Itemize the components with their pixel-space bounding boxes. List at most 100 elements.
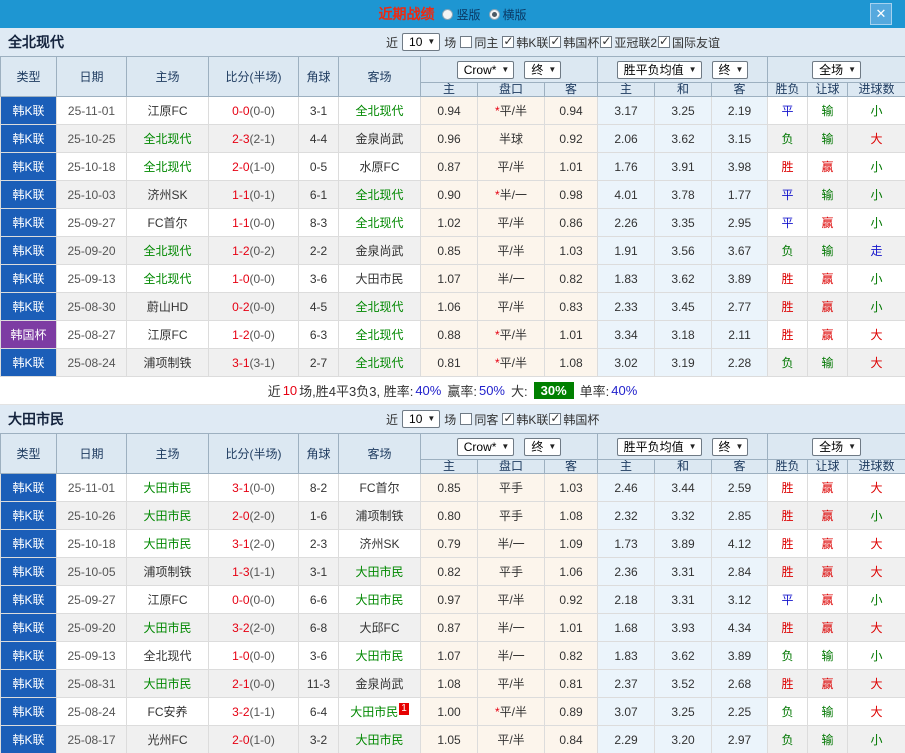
avg-time-select[interactable]: 终 ▼ (711, 60, 749, 79)
match-row: 韩K联 25-10-18 全北现代 2-0(1-0) 0-5 水原FC 0.87 平/半 1.0… (0, 152, 905, 181)
handicap-cell: 半/一 (477, 264, 545, 293)
team-name: 全北现代 (8, 34, 64, 50)
match-date: 25-08-24 (56, 348, 127, 377)
handicap-result-cell: 赢 (807, 585, 849, 614)
half-time-score: (2-0) (249, 620, 275, 635)
home-odds-cell: 1.00 (420, 697, 478, 726)
goals-result-value: 大 (870, 621, 883, 635)
avg-draw-odds-cell: 3.62 (654, 641, 713, 670)
match-count-select[interactable]: 10 ▼ (402, 410, 441, 428)
handicap-result-value: 输 (821, 705, 834, 719)
same-venue-checkbox[interactable] (460, 413, 473, 425)
league-filter-group: 韩K联韩国杯亚冠联2 国际友谊 (502, 34, 720, 51)
handicap-result-value: 输 (821, 356, 834, 370)
league-filter[interactable]: 韩K联 (502, 34, 548, 51)
result-value: 胜 (781, 677, 794, 691)
result-cell: 胜 (767, 152, 809, 181)
odds-time-select[interactable]: 终 ▼ (524, 437, 562, 456)
home-team-name: 大田市民 (143, 621, 192, 635)
match-row: 韩K联 25-10-05 浦项制铁 1-3(1-1) 3-1 大田市民 0.82 平手 1.06… (0, 557, 905, 586)
handicap-cell: 平手 (477, 473, 545, 502)
scope-select[interactable]: 全场 ▼ (812, 60, 862, 79)
handicap-result-value: 赢 (821, 509, 834, 523)
avg-time-value: 终 (718, 62, 731, 77)
dropdown-arrow-icon: ▼ (848, 441, 857, 451)
scope-select[interactable]: 全场 ▼ (812, 437, 862, 456)
layout-option-horizontal[interactable]: 横版 (488, 6, 527, 23)
avg-draw-odds-cell: 3.19 (654, 348, 713, 377)
same-venue-filter[interactable]: 同主 (460, 34, 498, 51)
league-filter[interactable]: 韩国杯 (549, 34, 599, 51)
sub-col-home-odds: 主 (420, 82, 478, 97)
home-team-cell: 全北现代 (126, 124, 209, 153)
sub-col-avg-draw: 和 (654, 459, 713, 474)
avg-lose-odds-cell: 2.11 (711, 320, 769, 349)
handicap-cell: 平/半 (477, 669, 545, 698)
radio-button-icon[interactable] (488, 8, 500, 20)
dropdown-arrow-icon: ▼ (548, 441, 557, 451)
goals-result-cell: 小 (847, 96, 905, 125)
result-value: 平 (781, 188, 794, 202)
league-checkbox[interactable] (502, 411, 515, 425)
half-time-score: (0-0) (249, 676, 275, 691)
corner-cell: 6-3 (298, 320, 339, 349)
radio-button-icon[interactable] (442, 8, 454, 20)
avg-odds-select[interactable]: 胜平负均值 ▼ (616, 437, 702, 456)
odds-time-select[interactable]: 终 ▼ (524, 60, 562, 79)
handicap-cell: 平/半 (477, 585, 545, 614)
avg-odds-select[interactable]: 胜平负均值 ▼ (616, 60, 702, 79)
same-venue-filter[interactable]: 同客 (460, 411, 498, 428)
league-filter[interactable]: 韩K联 (502, 411, 548, 428)
home-team-name: 江原FC (147, 328, 188, 342)
layout-option-vertical[interactable]: 竖版 (442, 6, 481, 23)
half-time-score: (0-2) (249, 243, 275, 258)
result-cell: 负 (767, 348, 809, 377)
league-checkbox[interactable] (502, 34, 515, 48)
handicap-value: 平/半 (499, 104, 527, 118)
close-button[interactable]: ✕ (870, 3, 892, 25)
match-date: 25-08-27 (56, 320, 127, 349)
handicap-value: 半/一 (497, 272, 525, 286)
league-filter-group: 韩K联韩国杯 (502, 411, 599, 428)
score-cell: 1-0(0-0) (208, 641, 299, 670)
goals-result-cell: 大 (847, 613, 905, 642)
league-checkbox[interactable] (658, 34, 671, 48)
avg-win-odds-cell: 2.37 (597, 669, 656, 698)
home-team-cell: 全北现代 (126, 152, 209, 181)
bookmaker-select[interactable]: Crow* ▼ (456, 60, 515, 79)
league-filter[interactable]: 国际友谊 (658, 34, 720, 51)
handicap-result-value: 赢 (821, 272, 834, 286)
filter-bar: 近 10 ▼ 场 同客 韩K联韩国杯 (386, 410, 599, 428)
bookmaker-select[interactable]: Crow* ▼ (456, 437, 515, 456)
same-venue-checkbox[interactable] (460, 36, 473, 48)
league-checkbox[interactable] (600, 34, 613, 48)
handicap-value: 平/半 (497, 300, 525, 314)
dropdown-arrow-icon: ▼ (427, 414, 436, 423)
full-time-score: 1-1 (232, 187, 250, 202)
goals-result-value: 走 (870, 244, 883, 258)
match-count-select[interactable]: 10 ▼ (402, 33, 441, 51)
league-filter[interactable]: 韩国杯 (549, 411, 599, 428)
avg-time-select[interactable]: 终 ▼ (711, 437, 749, 456)
summary-bar: 近 10 场,胜4平3负3, 胜率: 40% 赢率: 50% 大: 30% 单率: 40% (0, 377, 905, 405)
home-odds-cell: 0.85 (420, 473, 478, 502)
handicap-cell: *平/半 (477, 320, 545, 349)
goals-result-cell: 小 (847, 292, 905, 321)
goals-result-value: 小 (870, 649, 883, 663)
league-checkbox[interactable] (549, 411, 562, 425)
handicap-result-value: 赢 (821, 677, 834, 691)
away-team-cell: 大田市民 (338, 557, 421, 586)
league-filter[interactable]: 亚冠联2 (600, 34, 657, 51)
avg-draw-odds-cell: 3.25 (654, 697, 713, 726)
score-cell: 1-1(0-0) (208, 208, 299, 237)
match-type-badge: 韩K联 (0, 473, 57, 502)
home-team-name: FC安养 (147, 705, 188, 719)
home-team-name: 全北现代 (143, 272, 192, 286)
avg-draw-odds-cell: 3.45 (654, 292, 713, 321)
league-checkbox[interactable] (549, 34, 562, 48)
home-team-name: 大田市民 (143, 677, 192, 691)
games-label: 场 (444, 412, 457, 427)
goals-result-value: 大 (870, 481, 883, 495)
avg-win-odds-cell: 2.46 (597, 473, 656, 502)
away-odds-cell: 0.92 (543, 585, 599, 614)
